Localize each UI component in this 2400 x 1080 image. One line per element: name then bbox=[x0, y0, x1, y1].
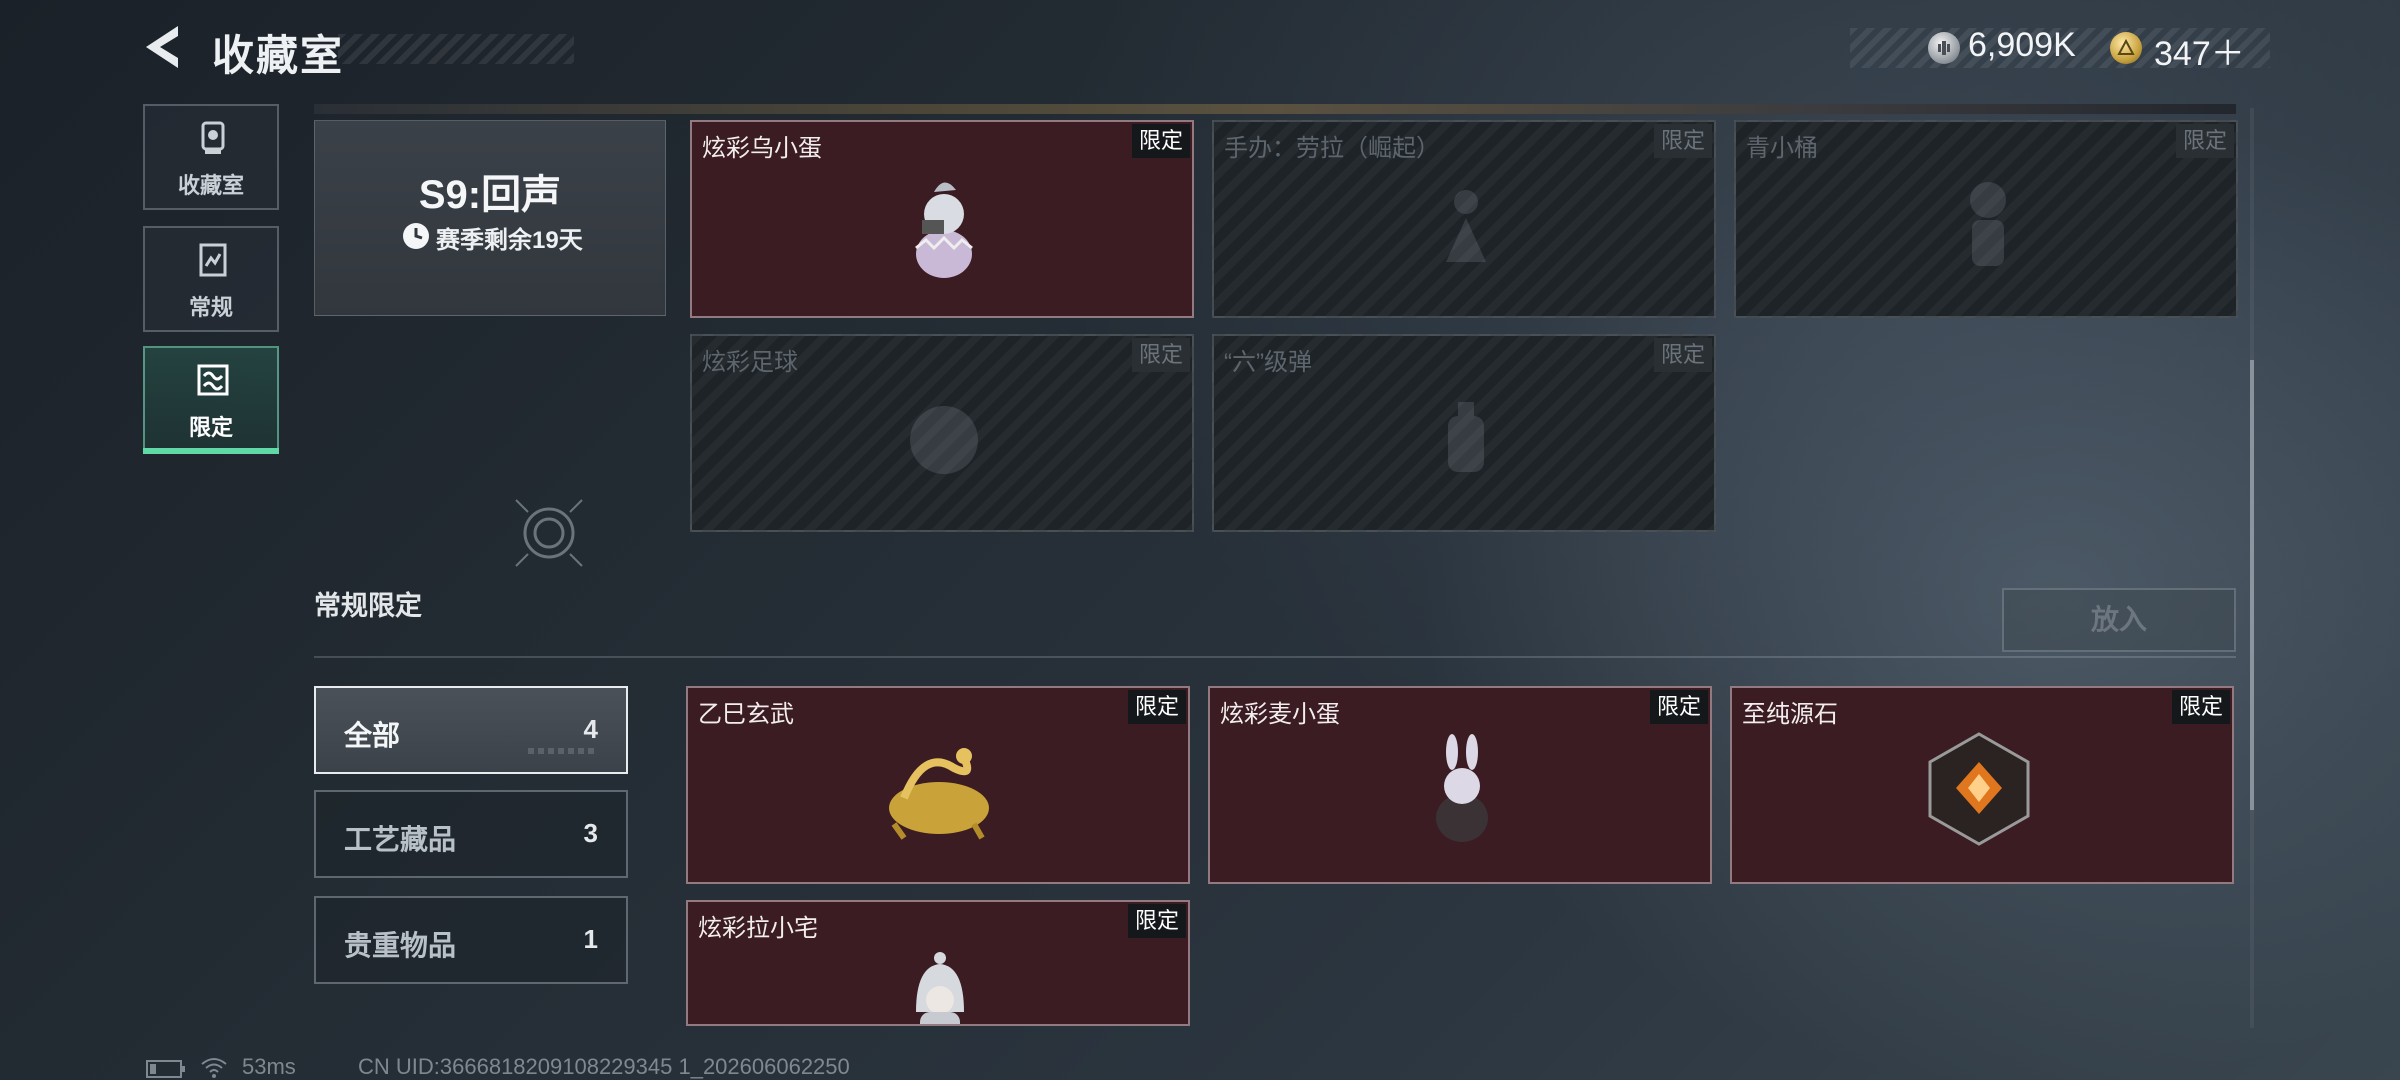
nav-active-indicator bbox=[143, 448, 279, 454]
section-divider bbox=[314, 656, 2236, 658]
nav-label: 限定 bbox=[188, 415, 233, 440]
section-title: 常规限定 bbox=[314, 591, 422, 621]
limited-icon bbox=[197, 364, 229, 396]
item-name: “六”级弹 bbox=[1224, 349, 1312, 376]
item-name: 炫彩足球 bbox=[702, 349, 798, 376]
item-card[interactable]: “六”级弹 限定 bbox=[1212, 334, 1716, 532]
scrollbar-thumb[interactable] bbox=[2250, 360, 2254, 810]
item-card[interactable]: 炫彩乌小蛋 限定 bbox=[690, 120, 1194, 318]
nav-item-regular[interactable]: 常规 bbox=[143, 226, 279, 332]
item-card[interactable]: 青小桶 限定 bbox=[1734, 120, 2238, 318]
title-decoration bbox=[338, 34, 574, 64]
golden-dragon-icon bbox=[889, 748, 989, 840]
item-card[interactable]: 炫彩麦小蛋 限定 bbox=[1208, 686, 1712, 884]
item-name: 手办：劳拉（崛起） bbox=[1224, 135, 1440, 162]
wifi-icon bbox=[201, 1058, 227, 1078]
limited-badge: 限定 bbox=[1132, 338, 1190, 372]
nav-label: 常规 bbox=[188, 295, 233, 320]
user-uid: CN UID:3666818209108229345 1_20260606225… bbox=[358, 1054, 850, 1079]
limited-badge: 限定 bbox=[1654, 124, 1712, 158]
season-title: S9:回声 bbox=[418, 173, 562, 217]
item-card[interactable]: 乙巳玄武 限定 bbox=[686, 686, 1190, 884]
pure-originium-icon bbox=[1928, 732, 2030, 846]
limited-badge: 限定 bbox=[2172, 690, 2230, 724]
filter-craft-collectibles[interactable]: 工艺藏品 3 bbox=[314, 790, 628, 878]
ping-latency: 53ms bbox=[242, 1054, 296, 1079]
item-card[interactable]: 炫彩拉小宅 限定 bbox=[686, 900, 1190, 1026]
silver-coin-icon bbox=[1928, 32, 1960, 64]
item-card[interactable]: 至纯源石 限定 bbox=[1730, 686, 2234, 884]
limited-badge: 限定 bbox=[1128, 904, 1186, 938]
filter-label: 全部 bbox=[344, 720, 401, 751]
item-name: 炫彩乌小蛋 bbox=[702, 135, 822, 162]
item-name: 青小桶 bbox=[1746, 135, 1818, 162]
nav-item-collection-room[interactable]: 收藏室 bbox=[143, 104, 279, 210]
target-slot-icon bbox=[515, 499, 583, 567]
item-name: 至纯源石 bbox=[1742, 701, 1838, 728]
gold-currency-amount[interactable]: 347＋ bbox=[2154, 26, 2245, 75]
battery-icon bbox=[146, 1060, 185, 1078]
filter-count: 4 bbox=[583, 714, 598, 744]
filter-label: 贵重物品 bbox=[344, 930, 457, 961]
bunny-egg-icon bbox=[1436, 734, 1488, 842]
limited-badge: 限定 bbox=[1132, 124, 1190, 158]
page-title: 收藏室 bbox=[212, 32, 345, 79]
limited-badge: 限定 bbox=[1654, 338, 1712, 372]
filter-all[interactable]: 全部 4 bbox=[314, 686, 628, 774]
season-remaining: 赛季剩余19天 bbox=[436, 227, 583, 254]
item-name: 炫彩拉小宅 bbox=[698, 915, 818, 942]
trophy-icon bbox=[201, 121, 225, 154]
filter-valuables[interactable]: 贵重物品 1 bbox=[314, 896, 628, 984]
item-name: 乙巳玄武 bbox=[698, 701, 794, 728]
item-card[interactable]: 手办：劳拉（崛起） 限定 bbox=[1212, 120, 1716, 318]
filter-count: 3 bbox=[583, 818, 598, 848]
clock-icon bbox=[403, 223, 429, 249]
limited-badge: 限定 bbox=[2176, 124, 2234, 158]
egg-figure-icon bbox=[915, 182, 973, 278]
character-silhouette-icon bbox=[1970, 182, 2006, 266]
banner-strip bbox=[314, 104, 2236, 114]
document-icon bbox=[199, 243, 227, 277]
item-name: 炫彩麦小蛋 bbox=[1220, 701, 1340, 728]
filter-decoration bbox=[528, 748, 598, 754]
put-in-button[interactable]: 放入 bbox=[2002, 588, 2236, 652]
gold-coin-icon bbox=[2110, 32, 2142, 64]
filter-count: 1 bbox=[583, 924, 598, 954]
item-card[interactable]: 炫彩足球 限定 bbox=[690, 334, 1194, 532]
hooded-figure-icon bbox=[916, 952, 964, 1024]
filter-label: 工艺藏品 bbox=[344, 824, 457, 855]
silver-currency-amount: 6,909K bbox=[1968, 26, 2076, 64]
grenade-silhouette-icon bbox=[1448, 402, 1484, 472]
nav-label: 收藏室 bbox=[177, 173, 244, 198]
back-arrow-icon[interactable] bbox=[140, 22, 186, 72]
nav-item-limited[interactable]: 限定 bbox=[143, 346, 279, 452]
limited-badge: 限定 bbox=[1650, 690, 1708, 724]
figurine-silhouette-icon bbox=[1446, 190, 1486, 262]
limited-badge: 限定 bbox=[1128, 690, 1186, 724]
football-silhouette-icon bbox=[910, 406, 978, 474]
